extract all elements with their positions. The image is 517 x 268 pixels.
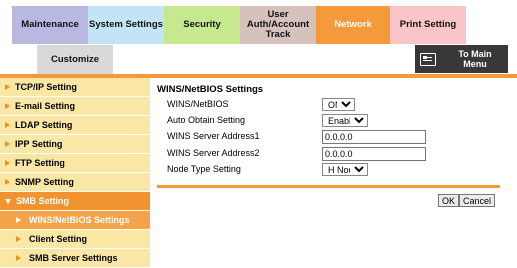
node-type-select[interactable]: H Node — [322, 163, 368, 176]
sidebar-item-snmp[interactable]: SNMP Setting — [0, 173, 150, 192]
arrow-right-icon — [5, 179, 10, 185]
arrow-right-icon — [16, 217, 21, 223]
arrow-right-icon — [5, 122, 10, 128]
to-main-menu-button[interactable]: To Main Menu — [415, 45, 508, 73]
arrow-right-icon — [5, 84, 10, 90]
tab-maintenance[interactable]: Maintenance — [12, 6, 88, 44]
cancel-button[interactable]: Cancel — [459, 194, 496, 207]
tab-customize-label: Customize — [50, 53, 100, 65]
tab-user-auth-line3: Track — [265, 29, 291, 40]
sidebar-item-label: IPP Setting — [15, 139, 63, 149]
sidebar-item-ldap[interactable]: LDAP Setting — [0, 116, 150, 135]
settings-panel: WINS/NetBIOS Settings — [157, 84, 499, 97]
sidebar-subitem-label: Client Setting — [29, 234, 87, 244]
arrow-right-icon — [5, 160, 10, 166]
sidebar-item-ipp[interactable]: IPP Setting — [0, 135, 150, 154]
wins-server2-input[interactable] — [322, 147, 426, 161]
tab-security-label: Security — [183, 19, 221, 30]
sidebar-subitem-smb-server[interactable]: SMB Server Settings — [0, 249, 150, 268]
tab-security[interactable]: Security — [164, 6, 240, 44]
sidebar-item-email[interactable]: E-mail Setting — [0, 97, 150, 116]
arrow-right-icon — [16, 255, 21, 261]
tab-customize[interactable]: Customize — [37, 45, 113, 74]
sidebar-item-label: FTP Setting — [15, 158, 65, 168]
sidebar-item-label: LDAP Setting — [15, 120, 73, 130]
tab-system-settings-label: System Settings — [89, 19, 163, 30]
arrow-down-icon — [5, 198, 11, 204]
tab-network-label: Network — [334, 19, 372, 30]
sidebar-item-label: SMB Setting — [16, 196, 69, 206]
main-menu-label: To Main Menu — [436, 49, 508, 69]
wins-server1-input[interactable] — [322, 130, 426, 144]
page-title: WINS/NetBIOS Settings — [157, 84, 264, 95]
tab-user-auth-account-track[interactable]: User Auth/Account Track — [240, 6, 316, 44]
auto-obtain-label: Auto Obtain Setting — [167, 115, 246, 125]
tab-print-setting-label: Print Setting — [399, 19, 457, 30]
sidebar-item-label: SNMP Setting — [15, 177, 74, 187]
sidebar-subitem-wins-netbios[interactable]: WINS/NetBIOS Settings — [0, 211, 150, 230]
sidebar-subitem-label: SMB Server Settings — [29, 253, 118, 263]
arrow-right-icon — [5, 103, 10, 109]
sidebar: TCP/IP Setting E-mail Setting LDAP Setti… — [0, 78, 150, 268]
main-menu-line1: To Main — [458, 49, 492, 59]
tab-maintenance-label: Maintenance — [21, 19, 79, 30]
main-menu-line2: Menu — [463, 59, 487, 69]
form-divider — [157, 185, 500, 188]
tab-network[interactable]: Network — [316, 6, 390, 44]
sidebar-subitem-client-setting[interactable]: Client Setting — [0, 230, 150, 249]
sidebar-item-ftp[interactable]: FTP Setting — [0, 154, 150, 173]
wins-netbios-label: WINS/NetBIOS — [167, 99, 229, 109]
sidebar-item-smb[interactable]: SMB Setting — [0, 192, 150, 211]
node-type-label: Node Type Setting — [167, 164, 241, 174]
tab-print-setting[interactable]: Print Setting — [390, 6, 466, 44]
sidebar-item-label: E-mail Setting — [15, 101, 76, 111]
sidebar-item-tcpip[interactable]: TCP/IP Setting — [0, 78, 150, 97]
sidebar-item-label: TCP/IP Setting — [15, 82, 77, 92]
tab-user-auth-label: User Auth/Account Track — [247, 10, 309, 40]
auto-obtain-select[interactable]: Enable — [322, 114, 368, 127]
arrow-right-icon — [5, 141, 10, 147]
wins-server2-label: WINS Server Address2 — [167, 148, 260, 158]
arrow-right-icon — [16, 236, 21, 242]
wins-netbios-select[interactable]: ON — [322, 98, 355, 111]
sidebar-subitem-label: WINS/NetBIOS Settings — [29, 215, 130, 225]
wins-server1-label: WINS Server Address1 — [167, 131, 260, 141]
ok-button[interactable]: OK — [438, 194, 460, 207]
tab-system-settings[interactable]: System Settings — [88, 6, 164, 44]
main-menu-icon — [420, 52, 436, 66]
